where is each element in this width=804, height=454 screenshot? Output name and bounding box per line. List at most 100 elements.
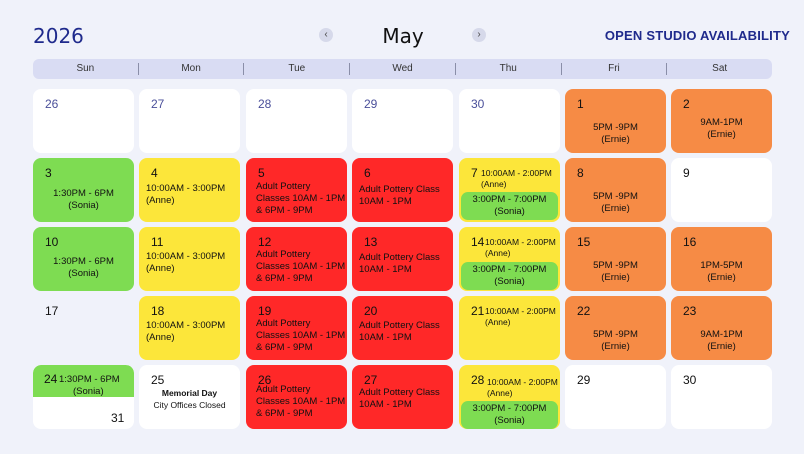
event-time: 1:30PM - 6PM bbox=[53, 188, 114, 199]
event-time: 10:00AM - 3:00PM bbox=[146, 320, 226, 331]
sub-event-time: 3:00PM - 7:00PM bbox=[472, 403, 547, 414]
next-month-button[interactable]: › bbox=[472, 28, 486, 42]
day-cell-may-28[interactable]: 28 10:00AM - 2:00PM (Anne) 3:00PM - 7:00… bbox=[459, 365, 560, 429]
event-line-2: 10AM - 1PM bbox=[359, 196, 412, 207]
event-host: (Anne) bbox=[487, 388, 513, 398]
day-cell-apr-28[interactable]: 28 bbox=[246, 89, 347, 153]
day-cell-may-12[interactable]: 12 Adult Pottery Classes 10AM - 1PM & 6P… bbox=[246, 227, 347, 291]
event-time: 10:00AM - 3:00PM bbox=[146, 183, 226, 194]
day-cell-may-5[interactable]: 5 Adult Pottery Classes 10AM - 1PM & 6PM… bbox=[246, 158, 347, 222]
day-cell-may-25[interactable]: 25 Memorial Day City Offices Closed bbox=[139, 365, 240, 429]
day-cell-may-29[interactable]: 29 bbox=[565, 365, 666, 429]
day-cell-may-10[interactable]: 10 1:30PM - 6PM (Sonia) bbox=[33, 227, 134, 291]
event-host: (Anne) bbox=[485, 248, 511, 258]
day-number: 30 bbox=[471, 97, 485, 111]
day-cell-may-20[interactable]: 20 Adult Pottery Class 10AM - 1PM bbox=[352, 296, 453, 360]
day-cell-may-16[interactable]: 16 1PM-5PM (Ernie) bbox=[671, 227, 772, 291]
sonia-time-block[interactable]: 3:00PM - 7:00PM (Sonia) bbox=[461, 401, 558, 429]
event-host: (Anne) bbox=[481, 179, 507, 189]
prev-month-button[interactable]: ‹ bbox=[319, 28, 333, 42]
day-cell-may-23[interactable]: 23 9AM-1PM (Ernie) bbox=[671, 296, 772, 360]
day-number: 30 bbox=[683, 373, 697, 387]
dow-tue: Tue bbox=[244, 63, 351, 75]
day-number: 26 bbox=[45, 97, 59, 111]
event-host: (Sonia) bbox=[73, 386, 104, 397]
day-number: 13 bbox=[364, 235, 378, 249]
sub-event-time: 3:00PM - 7:00PM bbox=[472, 194, 547, 205]
day-cell-may-22[interactable]: 22 5PM -9PM (Ernie) bbox=[565, 296, 666, 360]
day-number: 6 bbox=[364, 166, 371, 180]
day-cell-apr-29[interactable]: 29 bbox=[352, 89, 453, 153]
day-cell-may-26[interactable]: 26 Adult Pottery Classes 10AM - 1PM & 6P… bbox=[246, 365, 347, 429]
day-cell-may-9[interactable]: 9 bbox=[671, 158, 772, 222]
day-cell-may-24-31[interactable]: 24 1:30PM - 6PM (Sonia) 31 bbox=[33, 365, 134, 429]
day-number: 12 bbox=[258, 235, 272, 249]
day-cell-may-30[interactable]: 30 bbox=[671, 365, 772, 429]
day-cell-may-7[interactable]: 7 10:00AM - 2:00PM (Anne) 3:00PM - 7:00P… bbox=[459, 158, 560, 222]
event-host: (Ernie) bbox=[601, 341, 630, 352]
day-cell-may-27[interactable]: 27 Adult Pottery Class 10AM - 1PM bbox=[352, 365, 453, 429]
event-host: (Ernie) bbox=[601, 203, 630, 214]
day-cell-may-15[interactable]: 15 5PM -9PM (Ernie) bbox=[565, 227, 666, 291]
day-number: 3 bbox=[45, 166, 52, 180]
event-time: 5PM -9PM bbox=[593, 191, 638, 202]
day-cell-apr-26[interactable]: 26 bbox=[33, 89, 134, 153]
day-cell-may-4[interactable]: 4 10:00AM - 3:00PM (Anne) bbox=[139, 158, 240, 222]
sonia-time-block[interactable]: 3:00PM - 7:00PM (Sonia) bbox=[461, 262, 558, 290]
day-number: 1 bbox=[577, 97, 584, 111]
day-number: 19 bbox=[258, 304, 272, 318]
dow-wed: Wed bbox=[350, 63, 456, 75]
calendar-title: OPEN STUDIO AVAILABILITY bbox=[604, 28, 790, 43]
holiday-note: City Offices Closed bbox=[153, 400, 226, 410]
event-host: (Sonia) bbox=[68, 268, 99, 279]
day-cell-may-18[interactable]: 18 10:00AM - 3:00PM (Anne) bbox=[139, 296, 240, 360]
event-line-3: & 6PM - 9PM bbox=[256, 273, 313, 284]
event-line-1: Adult Pottery bbox=[256, 318, 311, 329]
day-number: 4 bbox=[151, 166, 158, 180]
event-line-3: & 6PM - 9PM bbox=[256, 408, 313, 419]
event-line-2: Classes 10AM - 1PM bbox=[256, 261, 346, 272]
event-time: 1:30PM - 6PM bbox=[53, 256, 114, 267]
day-number: 25 bbox=[151, 373, 165, 387]
event-line-1: Adult Pottery Class bbox=[359, 320, 440, 331]
day-cell-apr-30[interactable]: 30 bbox=[459, 89, 560, 153]
event-time: 9AM-1PM bbox=[700, 117, 743, 128]
event-host: (Ernie) bbox=[601, 272, 630, 283]
event-time: 5PM -9PM bbox=[593, 122, 638, 133]
holiday-name: Memorial Day bbox=[161, 388, 218, 398]
day-cell-apr-27[interactable]: 27 bbox=[139, 89, 240, 153]
day-cell-may-21[interactable]: 21 10:00AM - 2:00PM (Anne) bbox=[459, 296, 560, 360]
day-number: 20 bbox=[364, 304, 378, 318]
day-number: 21 bbox=[471, 304, 485, 318]
event-line-2: Classes 10AM - 1PM bbox=[256, 193, 346, 204]
sonia-time-block[interactable]: 3:00PM - 7:00PM (Sonia) bbox=[461, 192, 558, 220]
dow-sun: Sun bbox=[33, 63, 139, 75]
day-number: 27 bbox=[151, 97, 165, 111]
day-cell-may-3[interactable]: 3 1:30PM - 6PM (Sonia) bbox=[33, 158, 134, 222]
day-cell-may-2[interactable]: 2 9AM-1PM (Ernie) bbox=[671, 89, 772, 153]
day-cell-may-11[interactable]: 11 10:00AM - 3:00PM (Anne) bbox=[139, 227, 240, 291]
event-line-1: Adult Pottery bbox=[256, 249, 311, 260]
day-cell-may-1[interactable]: 1 5PM -9PM (Ernie) bbox=[565, 89, 666, 153]
day-number: 11 bbox=[151, 235, 164, 249]
event-line-2: 10AM - 1PM bbox=[359, 332, 412, 343]
event-line-2: Classes 10AM - 1PM bbox=[256, 330, 346, 341]
day-of-week-header: Sun Mon Tue Wed Thu Fri Sat bbox=[33, 59, 772, 79]
event-host: (Anne) bbox=[485, 317, 511, 327]
day-cell-may-14[interactable]: 14 10:00AM - 2:00PM (Anne) 3:00PM - 7:00… bbox=[459, 227, 560, 291]
event-host: (Anne) bbox=[146, 332, 175, 343]
day-cell-may-6[interactable]: 6 Adult Pottery Class 10AM - 1PM bbox=[352, 158, 453, 222]
event-host: (Ernie) bbox=[601, 134, 630, 145]
sub-event-host: (Sonia) bbox=[494, 206, 525, 217]
event-line-2: 10AM - 1PM bbox=[359, 399, 412, 410]
dow-mon: Mon bbox=[139, 63, 245, 75]
day-cell-may-8[interactable]: 8 5PM -9PM (Ernie) bbox=[565, 158, 666, 222]
day-number: 16 bbox=[683, 235, 697, 249]
day-cell-may-19[interactable]: 19 Adult Pottery Classes 10AM - 1PM & 6P… bbox=[246, 296, 347, 360]
day-cell-may-17[interactable]: 17 bbox=[33, 296, 134, 360]
day-number: 17 bbox=[45, 304, 59, 318]
day-cell-may-13[interactable]: 13 Adult Pottery Class 10AM - 1PM bbox=[352, 227, 453, 291]
event-line-3: & 6PM - 9PM bbox=[256, 205, 313, 216]
event-time: 10:00AM - 3:00PM bbox=[146, 251, 226, 262]
day-number: 18 bbox=[151, 304, 165, 318]
